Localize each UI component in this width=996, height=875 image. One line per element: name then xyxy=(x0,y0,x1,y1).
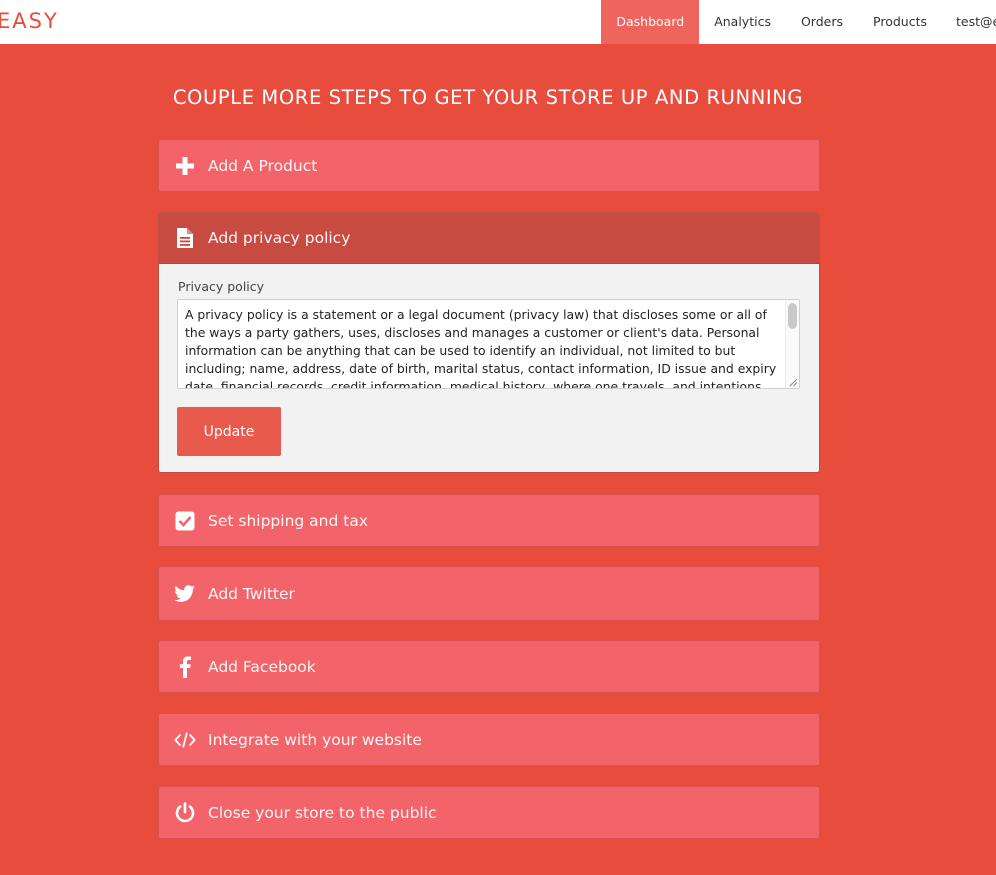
step-header[interactable]: Set shipping and tax xyxy=(159,495,819,546)
nav-item-orders[interactable]: Orders xyxy=(786,0,858,44)
document-icon xyxy=(174,227,196,249)
facebook-icon xyxy=(174,655,196,678)
privacy-policy-label: Privacy policy xyxy=(178,279,265,294)
top-navbar: EASY Dashboard Analytics Orders Products… xyxy=(0,0,996,44)
step-integrate-website[interactable]: Integrate with your website xyxy=(158,713,820,766)
step-label: Add Twitter xyxy=(208,584,295,603)
step-label: Set shipping and tax xyxy=(208,511,368,530)
step-header[interactable]: Add A Product xyxy=(159,140,819,191)
nav-item-analytics[interactable]: Analytics xyxy=(699,0,786,44)
step-add-twitter[interactable]: Add Twitter xyxy=(158,566,820,621)
step-label: Add A Product xyxy=(208,156,318,175)
step-add-privacy-policy: Add privacy policy Privacy policy A priv… xyxy=(158,212,820,473)
privacy-policy-form: Privacy policy A privacy policy is a sta… xyxy=(159,264,819,473)
step-label: Add Facebook xyxy=(208,657,316,676)
step-add-facebook[interactable]: Add Facebook xyxy=(158,640,820,693)
step-header[interactable]: Close your store to the public xyxy=(159,787,819,838)
step-add-product[interactable]: Add A Product xyxy=(158,139,820,192)
power-icon xyxy=(174,801,196,824)
plus-icon xyxy=(174,155,196,177)
nav-item-user-account[interactable]: test@e xyxy=(942,0,996,44)
step-header[interactable]: Add privacy policy xyxy=(159,213,819,264)
page-title: COUPLE MORE STEPS TO GET YOUR STORE UP A… xyxy=(172,86,804,109)
textarea-scrollbar-thumb[interactable] xyxy=(788,303,797,329)
brand-logo[interactable]: EASY xyxy=(0,8,59,34)
step-header[interactable]: Integrate with your website xyxy=(159,714,819,765)
main-nav: Dashboard Analytics Orders Products test… xyxy=(601,0,996,44)
step-header[interactable]: Add Facebook xyxy=(159,641,819,692)
resize-grip-icon[interactable] xyxy=(788,377,798,387)
step-label: Add privacy policy xyxy=(208,229,351,247)
step-close-store[interactable]: Close your store to the public xyxy=(158,786,820,839)
update-button[interactable]: Update xyxy=(177,407,281,456)
privacy-policy-textarea[interactable]: A privacy policy is a statement or a leg… xyxy=(177,299,800,389)
step-set-shipping-tax[interactable]: Set shipping and tax xyxy=(158,494,820,547)
checkbox-icon xyxy=(174,510,196,532)
step-label: Integrate with your website xyxy=(208,730,422,749)
twitter-icon xyxy=(174,583,196,605)
code-icon xyxy=(174,729,196,751)
nav-item-products[interactable]: Products xyxy=(858,0,942,44)
step-header[interactable]: Add Twitter xyxy=(159,567,819,620)
privacy-policy-text[interactable]: A privacy policy is a statement or a leg… xyxy=(178,300,799,388)
nav-item-dashboard[interactable]: Dashboard xyxy=(601,0,700,44)
step-label: Close your store to the public xyxy=(208,803,437,822)
